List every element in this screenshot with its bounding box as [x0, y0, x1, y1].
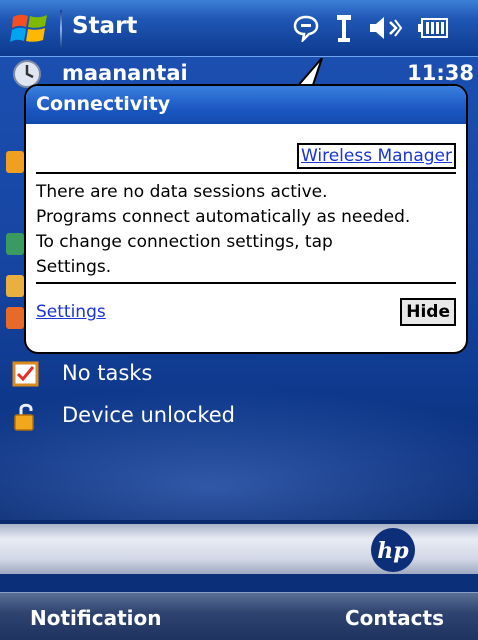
message-line: To change connection settings, tap	[36, 232, 333, 252]
wireless-manager-link[interactable]: Wireless Manager	[296, 143, 456, 169]
tasks-text: No tasks	[62, 361, 153, 385]
appointments-icon[interactable]	[6, 307, 24, 329]
unlocked-padlock-icon	[14, 403, 34, 431]
connectivity-balloon: Connectivity Wireless Manager There are …	[24, 84, 468, 354]
lower-band	[0, 574, 478, 592]
hp-logo-icon: hp	[371, 528, 415, 572]
tasks-icon	[12, 361, 39, 387]
battery-icon[interactable]	[418, 17, 448, 39]
lock-status-text: Device unlocked	[62, 403, 236, 427]
notification-bubble-icon[interactable]	[292, 14, 320, 42]
start-flag-icon[interactable]	[10, 11, 50, 45]
calendar-icon[interactable]	[6, 151, 24, 173]
clock-time[interactable]: 11:38	[407, 61, 474, 85]
contacts-softkey[interactable]: Contacts	[345, 606, 444, 630]
title-bar: Start	[0, 0, 478, 57]
balloon-title: Connectivity	[26, 86, 466, 124]
settings-link[interactable]: Settings	[36, 302, 106, 322]
divider-bottom	[36, 282, 456, 284]
volume-icon[interactable]	[368, 14, 402, 42]
softkey-bar: Notification Contacts	[0, 592, 478, 640]
message-line: Settings.	[36, 257, 112, 277]
lock-row[interactable]: Device unlocked	[0, 396, 478, 436]
hide-button[interactable]: Hide	[400, 298, 456, 326]
message-line: There are no data sessions active.	[36, 182, 328, 202]
message-line: Programs connect automatically as needed…	[36, 207, 411, 227]
tasks-row[interactable]: No tasks	[0, 354, 478, 394]
svg-text:hp: hp	[377, 538, 409, 564]
start-menu-label[interactable]: Start	[72, 13, 137, 39]
owner-name: maanantai	[62, 61, 188, 85]
title-separator	[60, 10, 62, 48]
notification-softkey[interactable]: Notification	[30, 606, 161, 630]
messaging-icon[interactable]	[6, 233, 24, 255]
divider-top	[36, 172, 456, 174]
connectivity-icon[interactable]	[336, 13, 352, 43]
balloon-message: There are no data sessions active. Progr…	[36, 180, 461, 280]
email-icon[interactable]	[6, 275, 24, 297]
status-icons	[292, 8, 448, 48]
